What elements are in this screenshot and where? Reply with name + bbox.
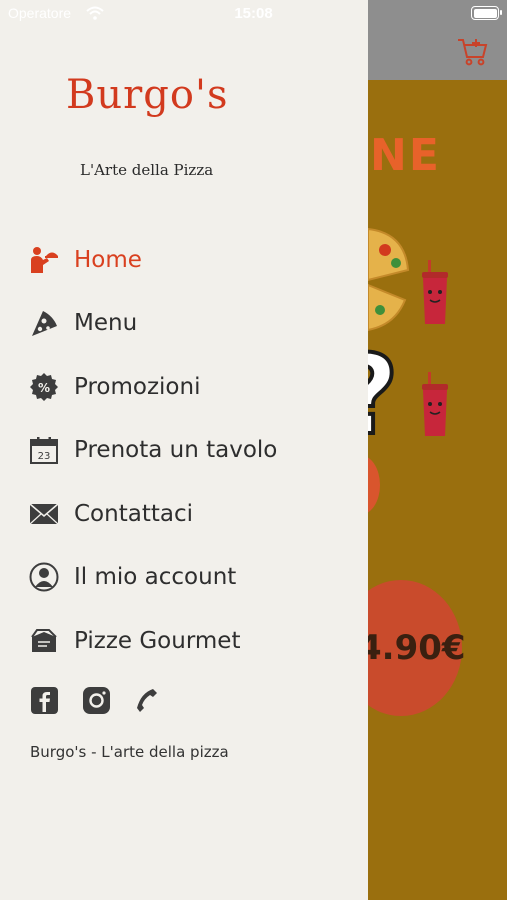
battery-icon <box>471 6 502 20</box>
envelope-icon <box>28 498 60 530</box>
pizza-box-icon <box>28 625 60 657</box>
brand-logo: Burgo's <box>66 72 246 132</box>
menu-item-label: Home <box>74 246 142 273</box>
instagram-icon[interactable] <box>82 686 110 714</box>
promo-heading: NE <box>370 130 441 181</box>
side-drawer: Burgo's L'Arte della Pizza Home Menu % P… <box>0 0 368 900</box>
svg-text:23: 23 <box>38 451 51 462</box>
drawer-footer: Burgo's - L'arte della pizza <box>30 743 229 761</box>
menu-item-label: Promozioni <box>74 373 201 400</box>
menu-item-label: Menu <box>74 310 138 337</box>
cart-icon[interactable] <box>456 36 490 68</box>
menu-item-contattaci[interactable]: Contattaci <box>28 482 358 546</box>
logo-text: Burgo's <box>66 72 229 118</box>
menu-item-account[interactable]: Il mio account <box>28 546 358 610</box>
pizza-slice-icon <box>28 307 60 339</box>
drink-illustration <box>422 260 448 324</box>
percent-badge-icon: % <box>28 371 60 403</box>
calendar-icon: 23 <box>28 434 60 466</box>
menu-item-gourmet[interactable]: Pizze Gourmet <box>28 609 358 673</box>
clock: 15:08 <box>234 5 273 22</box>
user-circle-icon <box>28 561 60 593</box>
price-label: 4.90€ <box>358 628 466 668</box>
menu-item-menu[interactable]: Menu <box>28 292 358 356</box>
menu-item-promozioni[interactable]: % Promozioni <box>28 355 358 419</box>
drawer-menu: Home Menu % Promozioni 23 Prenota un tav… <box>28 228 358 673</box>
menu-item-prenota[interactable]: 23 Prenota un tavolo <box>28 419 358 483</box>
menu-item-home[interactable]: Home <box>28 228 358 292</box>
social-links <box>30 686 162 714</box>
brand-tagline: L'Arte della Pizza <box>80 161 214 179</box>
facebook-icon[interactable] <box>30 686 58 714</box>
status-bar: Operatore 15:08 <box>0 0 507 30</box>
drink-illustration <box>422 372 448 436</box>
phone-icon[interactable] <box>134 686 162 714</box>
svg-text:%: % <box>38 381 50 395</box>
menu-item-label: Contattaci <box>74 500 193 527</box>
waiter-icon <box>28 244 60 276</box>
menu-item-label: Pizze Gourmet <box>74 627 241 654</box>
menu-item-label: Il mio account <box>74 564 237 591</box>
menu-item-label: Prenota un tavolo <box>74 437 278 464</box>
